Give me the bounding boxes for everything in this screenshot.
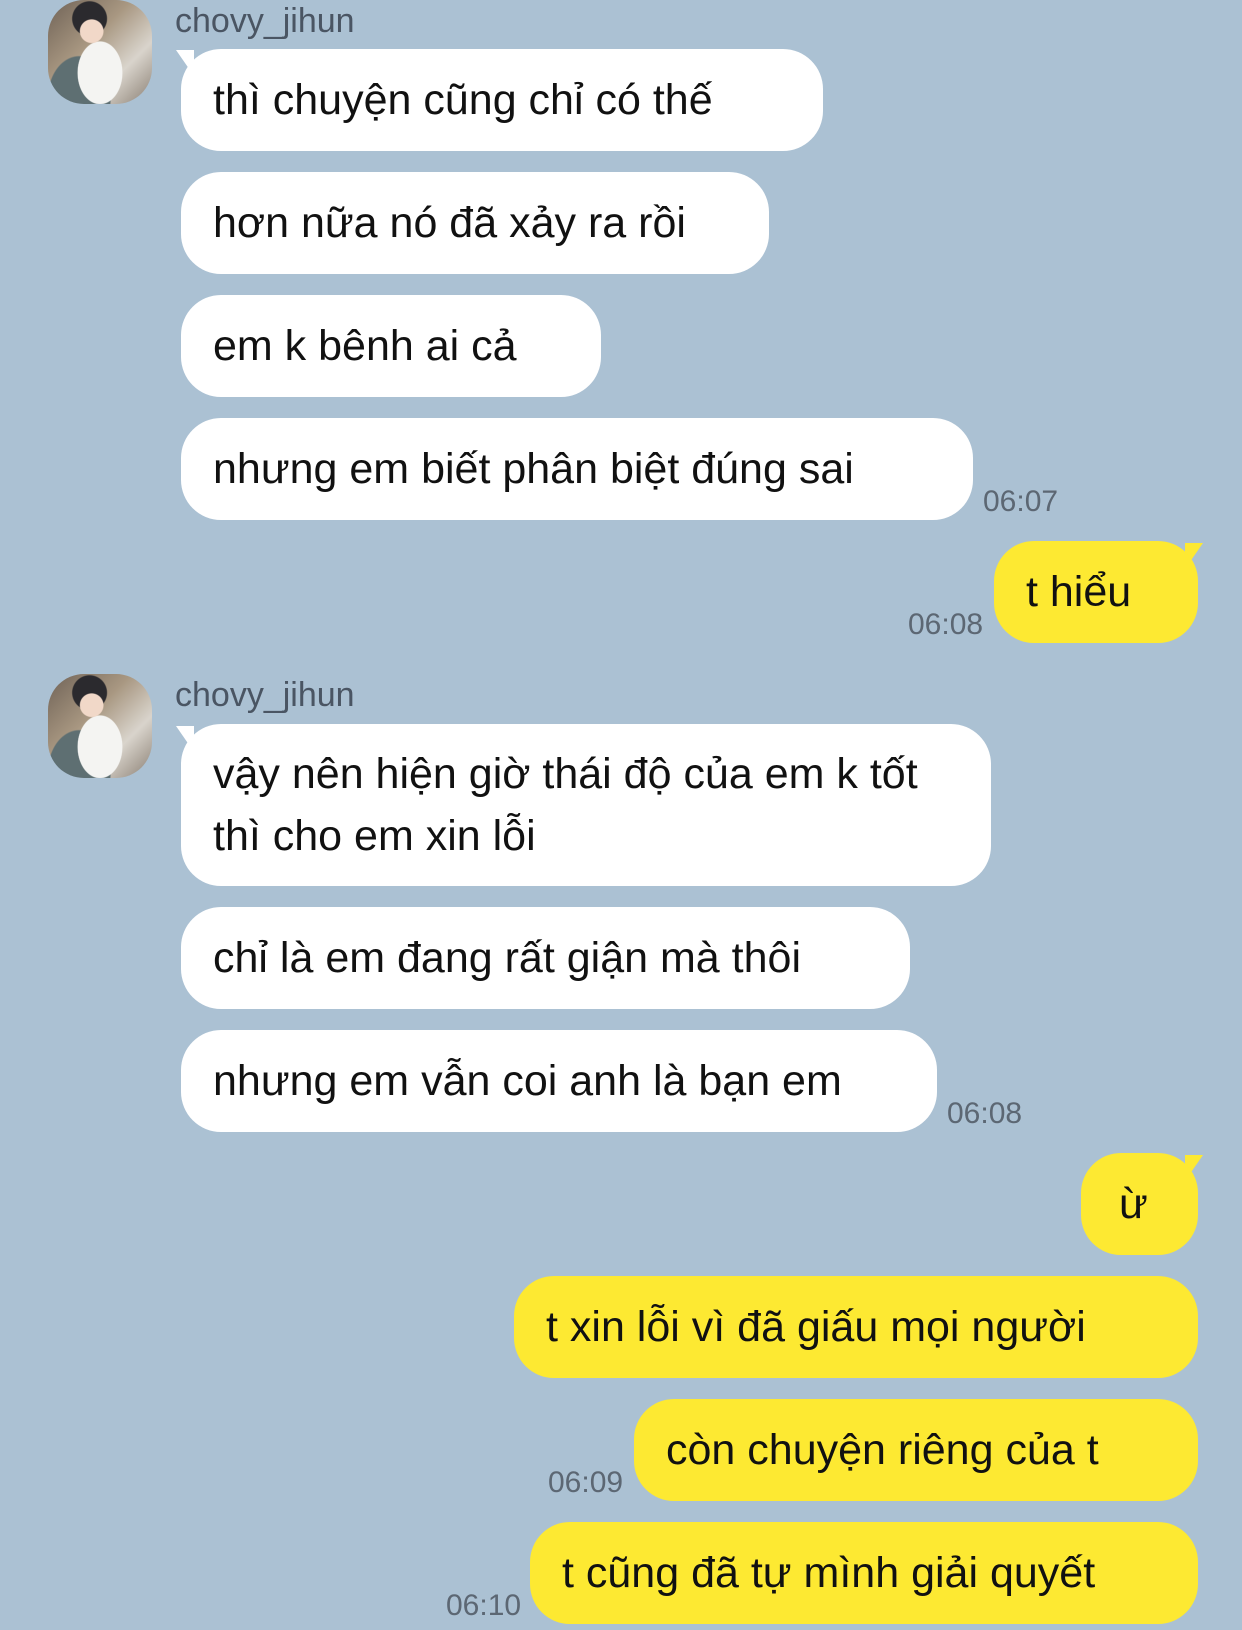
- sender-name: chovy_jihun: [175, 2, 355, 40]
- incoming-message[interactable]: hơn nữa nó đã xảy ra rồi: [181, 172, 769, 274]
- message-timestamp: 06:08: [908, 608, 984, 641]
- outgoing-message[interactable]: ừ: [1081, 1153, 1198, 1255]
- outgoing-message[interactable]: t xin lỗi vì đã giấu mọi người: [514, 1276, 1198, 1378]
- avatar[interactable]: [48, 0, 152, 104]
- incoming-message[interactable]: chỉ là em đang rất giận mà thôi: [181, 907, 910, 1009]
- outgoing-message[interactable]: t hiểu: [994, 541, 1198, 643]
- incoming-message[interactable]: vậy nên hiện giờ thái độ của em k tốt th…: [181, 724, 991, 886]
- message-timestamp: 06:09: [548, 1466, 624, 1499]
- outgoing-message[interactable]: t cũng đã tự mình giải quyết: [530, 1522, 1198, 1624]
- message-timestamp: 06:07: [983, 485, 1059, 518]
- sender-name: chovy_jihun: [175, 676, 355, 714]
- incoming-message[interactable]: thì chuyện cũng chỉ có thế: [181, 49, 823, 151]
- incoming-message[interactable]: nhưng em vẫn coi anh là bạn em: [181, 1030, 937, 1132]
- incoming-message[interactable]: nhưng em biết phân biệt đúng sai: [181, 418, 973, 520]
- avatar[interactable]: [48, 674, 152, 778]
- message-timestamp: 06:10: [446, 1589, 522, 1622]
- message-timestamp: 06:08: [947, 1097, 1023, 1130]
- incoming-message[interactable]: em k bênh ai cả: [181, 295, 601, 397]
- outgoing-message[interactable]: còn chuyện riêng của t: [634, 1399, 1198, 1501]
